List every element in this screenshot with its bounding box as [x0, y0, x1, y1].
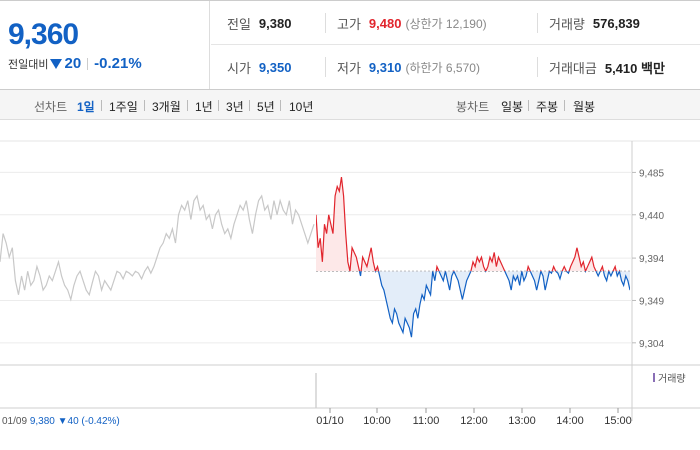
y-tick-label: 9,485: [639, 168, 664, 179]
high-label: 고가: [337, 16, 361, 32]
divider: [325, 57, 326, 77]
tab-10y[interactable]: 10년: [289, 98, 313, 115]
y-tick-label: 9,304: [639, 339, 664, 350]
divider: [325, 13, 326, 33]
volume-label: 거래량: [549, 16, 585, 32]
x-tick-label: 01/10: [316, 415, 344, 427]
volume-value: 576,839: [592, 15, 640, 31]
tab-daily[interactable]: 일봉: [501, 98, 523, 115]
current-price: 9,360: [8, 18, 79, 51]
change-separator: [87, 57, 89, 70]
volume-cell: 거래량 576,839: [549, 1, 640, 45]
tab-separator: [187, 100, 188, 111]
down-arrow-icon: [50, 58, 63, 69]
low-cell: 저가 9,310 (하한가 6,570): [337, 45, 480, 89]
tab-1w[interactable]: 1주일: [109, 98, 138, 115]
x-tick-label: 15:00: [604, 415, 632, 427]
prev-day-close: 9,380 ▼40 (-0.42%): [30, 416, 120, 427]
tab-separator: [528, 100, 529, 111]
x-tick-label: 14:00: [556, 415, 584, 427]
tab-5y[interactable]: 5년: [257, 98, 275, 115]
line-chart-label: 선차트: [34, 100, 68, 114]
volume-legend-swatch: [653, 373, 655, 382]
divider: [537, 13, 538, 33]
volume-legend-label: 거래량: [658, 373, 686, 385]
x-axis: 01/10 10:00 11:00 12:00 13:00 14:00 15:00 01/09…: [0, 407, 700, 427]
x-tick-label: 11:00: [413, 415, 440, 427]
turnover-label: 거래대금: [549, 60, 597, 76]
tab-3m[interactable]: 3개월: [152, 98, 181, 115]
quote-main: 9,360 전일대비 20 -0.21%: [0, 1, 210, 89]
turnover-value: 5,410 백만: [604, 60, 665, 76]
x-tick-label: 12:00: [460, 415, 488, 427]
quote-row-1: 전일 9,380 고가 9,480 (상한가 12,190) 거래량 576,8…: [211, 1, 700, 45]
volume-panel: 거래량: [0, 364, 700, 409]
divider: [537, 57, 538, 77]
open-label: 시가: [227, 60, 251, 76]
tab-3y[interactable]: 3년: [226, 98, 244, 115]
price-chart[interactable]: 9,485 9,440 9,394 9,349 9,304 거래량 01/10 10:00…: [0, 121, 700, 450]
tab-separator: [144, 100, 145, 111]
quote-row-2: 시가 9,350 저가 9,310 (하한가 6,570) 거래대금 5,410…: [211, 45, 700, 89]
period-tabs: 선차트 1일 1주일 3개월 1년 3년 5년 10년 봉차트 일봉 주봉 월봉: [0, 90, 700, 120]
quote-panel: 9,360 전일대비 20 -0.21% 전일 9,380 고가 9,480 (: [0, 0, 700, 90]
stock-widget: 9,360 전일대비 20 -0.21% 전일 9,380 고가 9,480 (: [0, 0, 700, 450]
prev-close-value: 9,380: [258, 15, 292, 31]
open-cell: 시가 9,350: [227, 45, 291, 89]
tab-1d[interactable]: 1일: [77, 98, 95, 115]
tab-separator: [280, 100, 281, 111]
lower-limit: (하한가 6,570): [405, 60, 480, 75]
y-axis: 9,485 9,440 9,394 9,349 9,304: [632, 168, 664, 350]
tab-separator: [218, 100, 219, 111]
change-percent: -0.21%: [94, 55, 142, 72]
tab-separator: [249, 100, 250, 111]
upper-limit: (상한가 12,190): [405, 16, 487, 31]
y-tick-label: 9,394: [639, 254, 664, 265]
low-value: 9,310: [368, 59, 402, 75]
tab-separator: [564, 100, 565, 111]
tab-monthly[interactable]: 월봉: [573, 98, 595, 115]
prev-day-line: [0, 194, 315, 302]
open-value: 9,350: [258, 59, 292, 75]
today-line-up: [316, 177, 621, 272]
prev-day-date: 01/09: [2, 416, 30, 427]
y-tick-label: 9,440: [639, 211, 664, 222]
prev-close-label: 전일: [227, 16, 251, 32]
tab-separator: [101, 100, 102, 111]
tab-weekly[interactable]: 주봉: [536, 98, 558, 115]
change-value: 20: [64, 55, 82, 72]
x-tick-label: 13:00: [508, 415, 536, 427]
prev-close-cell: 전일 9,380: [227, 1, 291, 45]
change-row: 전일대비 20 -0.21%: [8, 55, 209, 72]
prev-day-info: 01/09 9,380 ▼40 (-0.42%): [2, 416, 120, 427]
high-cell: 고가 9,480 (상한가 12,190): [337, 1, 487, 45]
x-tick-label: 10:00: [363, 415, 391, 427]
change-label: 전일대비: [8, 58, 49, 71]
candle-chart-label: 봉차트: [456, 100, 490, 114]
quote-fields: 전일 9,380 고가 9,480 (상한가 12,190) 거래량 576,8…: [211, 1, 700, 89]
turnover-cell: 거래대금 5,410 백만: [549, 45, 665, 89]
tab-1y[interactable]: 1년: [195, 98, 213, 115]
high-value: 9,480: [368, 15, 402, 31]
series-lines: [0, 177, 630, 338]
low-label: 저가: [337, 60, 361, 76]
y-tick-label: 9,349: [639, 296, 664, 307]
